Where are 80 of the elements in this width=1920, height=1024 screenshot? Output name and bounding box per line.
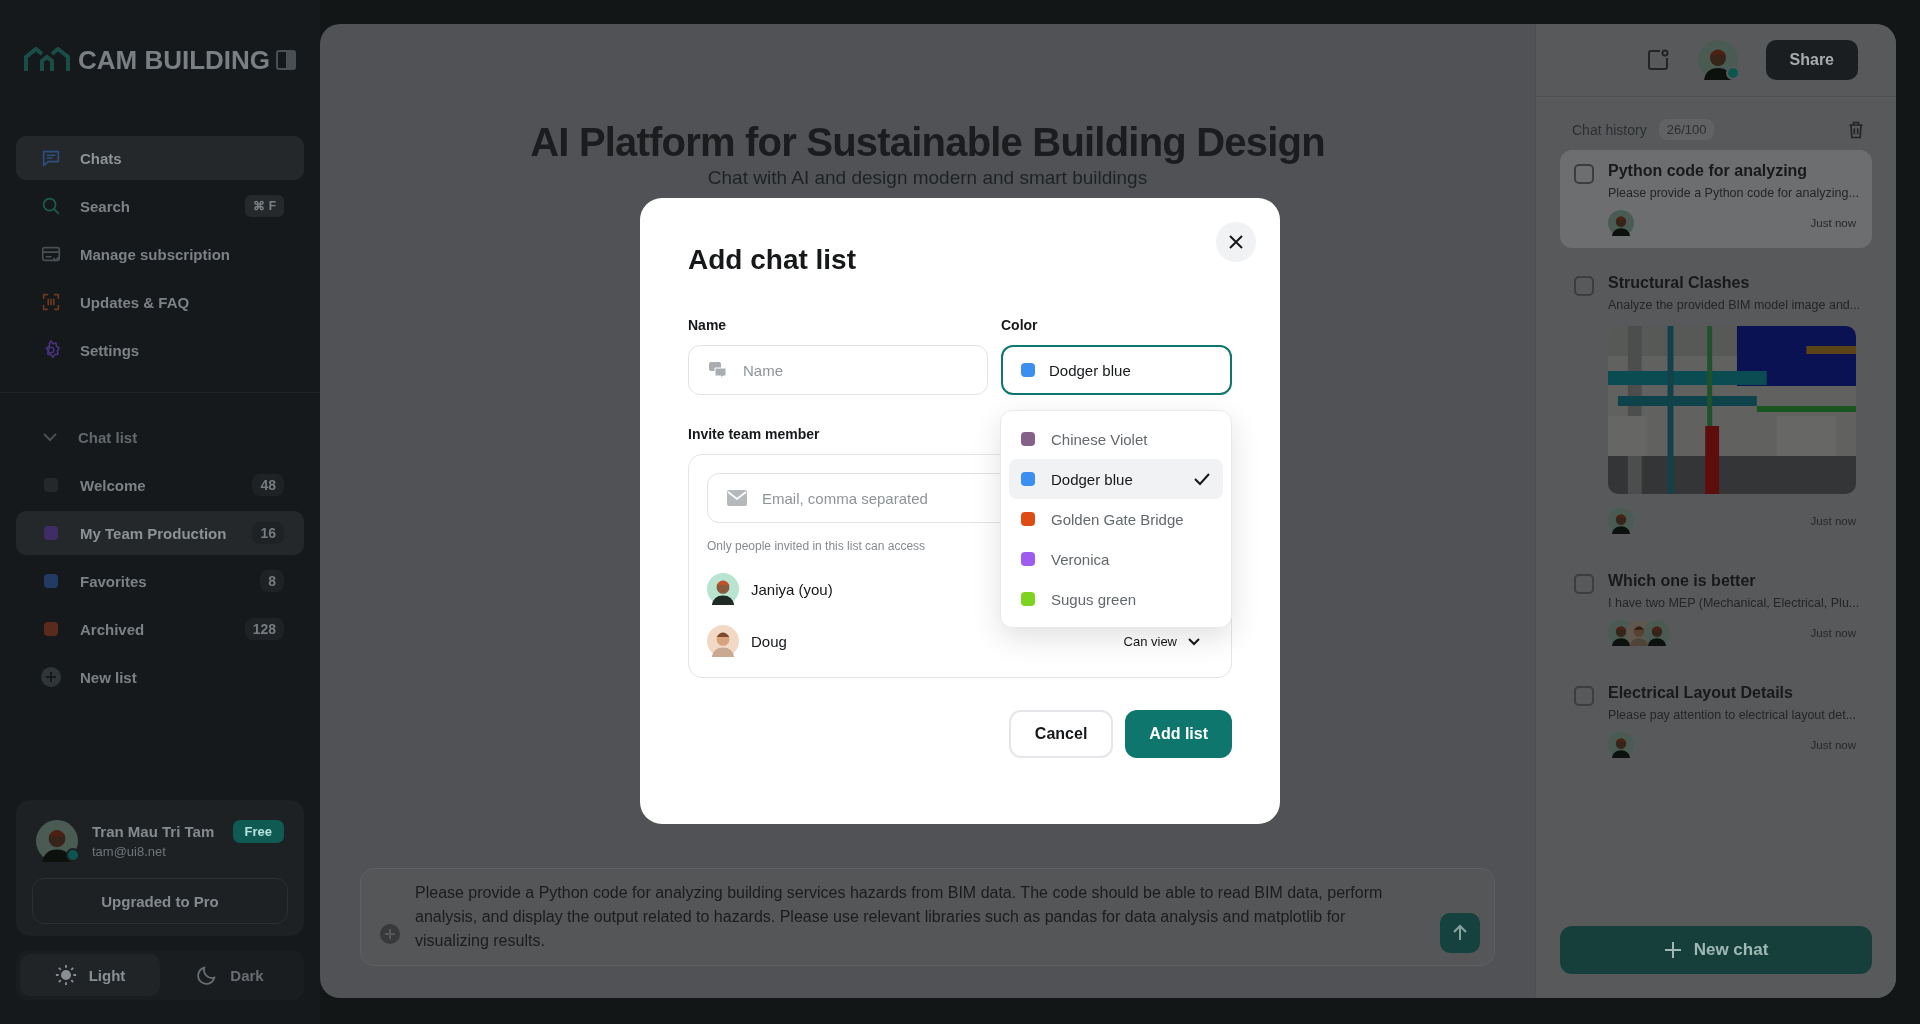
member-name: Janiya (you): [751, 580, 833, 598]
chat-list-item[interactable]: Favorites 8: [16, 559, 304, 603]
plus-icon: [1663, 941, 1682, 959]
close-button[interactable]: [1216, 222, 1256, 262]
theme-option[interactable]: Dark: [160, 954, 300, 996]
count-badge: 48: [252, 474, 284, 496]
new-list-button[interactable]: New list: [16, 655, 304, 699]
note-icon[interactable]: [1645, 48, 1670, 72]
house-logo-icon: [24, 47, 70, 73]
sidebar-toggle-icon[interactable]: [276, 50, 296, 70]
checkbox[interactable]: [1574, 276, 1594, 296]
nav-item[interactable]: Manage subscription: [16, 232, 304, 276]
online-dot: [66, 848, 80, 862]
mail-icon: [727, 490, 747, 506]
color-option[interactable]: Chinese Violet: [1009, 419, 1223, 459]
chat-title: Which one is better: [1608, 572, 1757, 590]
scan-icon: [40, 291, 62, 313]
count-badge: 16: [252, 522, 284, 544]
trash-icon[interactable]: [1846, 119, 1866, 140]
user-email: tam@ui8.net: [92, 844, 167, 859]
plus-icon: [40, 666, 62, 688]
page-title: AI Platform for Sustainable Building Design: [530, 120, 1325, 165]
upgrade-button[interactable]: Upgraded to Pro: [32, 878, 288, 924]
avatar: [707, 573, 739, 605]
chat-time: Just now: [1810, 217, 1856, 229]
checkbox[interactable]: [1574, 686, 1594, 706]
dialog-title: Add chat list: [688, 244, 857, 276]
sun-icon: [54, 964, 77, 986]
access-note: Only people invited in this list can access: [707, 539, 927, 553]
member-name: Doug: [751, 632, 787, 650]
chat-list-item[interactable]: Welcome 48: [16, 463, 304, 507]
color-option[interactable]: Veronica: [1009, 539, 1223, 579]
avatar: [1644, 620, 1670, 646]
chat-list-item[interactable]: Archived 128: [16, 607, 304, 651]
new-chat-button[interactable]: New chat: [1560, 926, 1872, 974]
color-select[interactable]: Dodger blue: [1001, 345, 1232, 395]
user-avatar: [1697, 40, 1738, 80]
avatar: [707, 625, 739, 657]
field-label: Color: [1001, 317, 1038, 333]
permission-dropdown[interactable]: Can view: [1123, 633, 1213, 649]
field-label: Name: [688, 317, 727, 333]
send-button[interactable]: [1440, 913, 1480, 953]
theme-option[interactable]: Light: [20, 954, 160, 996]
nav-item[interactable]: Search ⌘ F: [16, 184, 304, 228]
nav-item[interactable]: Settings: [16, 328, 304, 372]
name-field[interactable]: Name: [688, 345, 988, 395]
chat-list-toggle[interactable]: Chat list: [16, 415, 304, 459]
nav-item[interactable]: Chats: [16, 136, 304, 180]
chat-bubbles-icon: [708, 360, 728, 380]
close-icon: [1227, 233, 1245, 251]
chat-preview: Please provide a Python code for analyzing...: [1608, 186, 1856, 200]
message-composer[interactable]: [360, 868, 1495, 966]
add-icon[interactable]: [379, 923, 401, 945]
plan-badge: Free: [232, 820, 284, 843]
avatar: [1608, 508, 1634, 534]
message-text: Please provide a Python code for analyzing building services hazards from BIM data. The code should be able to read BIM data, perform analysis, and display the output related to hazards. Please use relevant libraries such as pandas for data analysis and matplotlib for visualizing results.: [415, 883, 1384, 951]
moon-icon: [196, 964, 219, 986]
color-option[interactable]: Sugus green: [1009, 579, 1223, 619]
chat-title: Electrical Layout Details: [1608, 684, 1794, 702]
field-label: Invite team member: [688, 426, 820, 442]
color-option[interactable]: Dodger blue: [1009, 459, 1223, 499]
share-button[interactable]: Share: [1765, 40, 1858, 80]
search-icon: [40, 195, 62, 217]
user-name: Tran Mau Tri Tam: [92, 823, 215, 840]
checkbox[interactable]: [1574, 164, 1594, 184]
chat-title: Structural Clashes: [1608, 274, 1751, 292]
avatar: [1608, 732, 1634, 758]
logo-text: CAM BUILDING: [78, 44, 271, 76]
checkbox[interactable]: [1574, 574, 1594, 594]
add-list-button[interactable]: Add list: [1125, 710, 1232, 758]
cancel-button[interactable]: Cancel: [1008, 710, 1114, 758]
count-badge: 8: [260, 570, 284, 592]
chat-title: Python code for analyzing: [1608, 162, 1809, 180]
shortcut-badge: ⌘ F: [245, 195, 284, 217]
nav-item[interactable]: Updates & FAQ: [16, 280, 304, 324]
chat-list-item[interactable]: My Team Production 16: [16, 511, 304, 555]
count-badge: 128: [244, 618, 284, 640]
avatar: [1608, 210, 1634, 236]
user-avatar: [36, 820, 78, 862]
chat-card[interactable]: Python code for analyzing Please provide a Python code for analyzing... Just now: [1560, 150, 1872, 248]
